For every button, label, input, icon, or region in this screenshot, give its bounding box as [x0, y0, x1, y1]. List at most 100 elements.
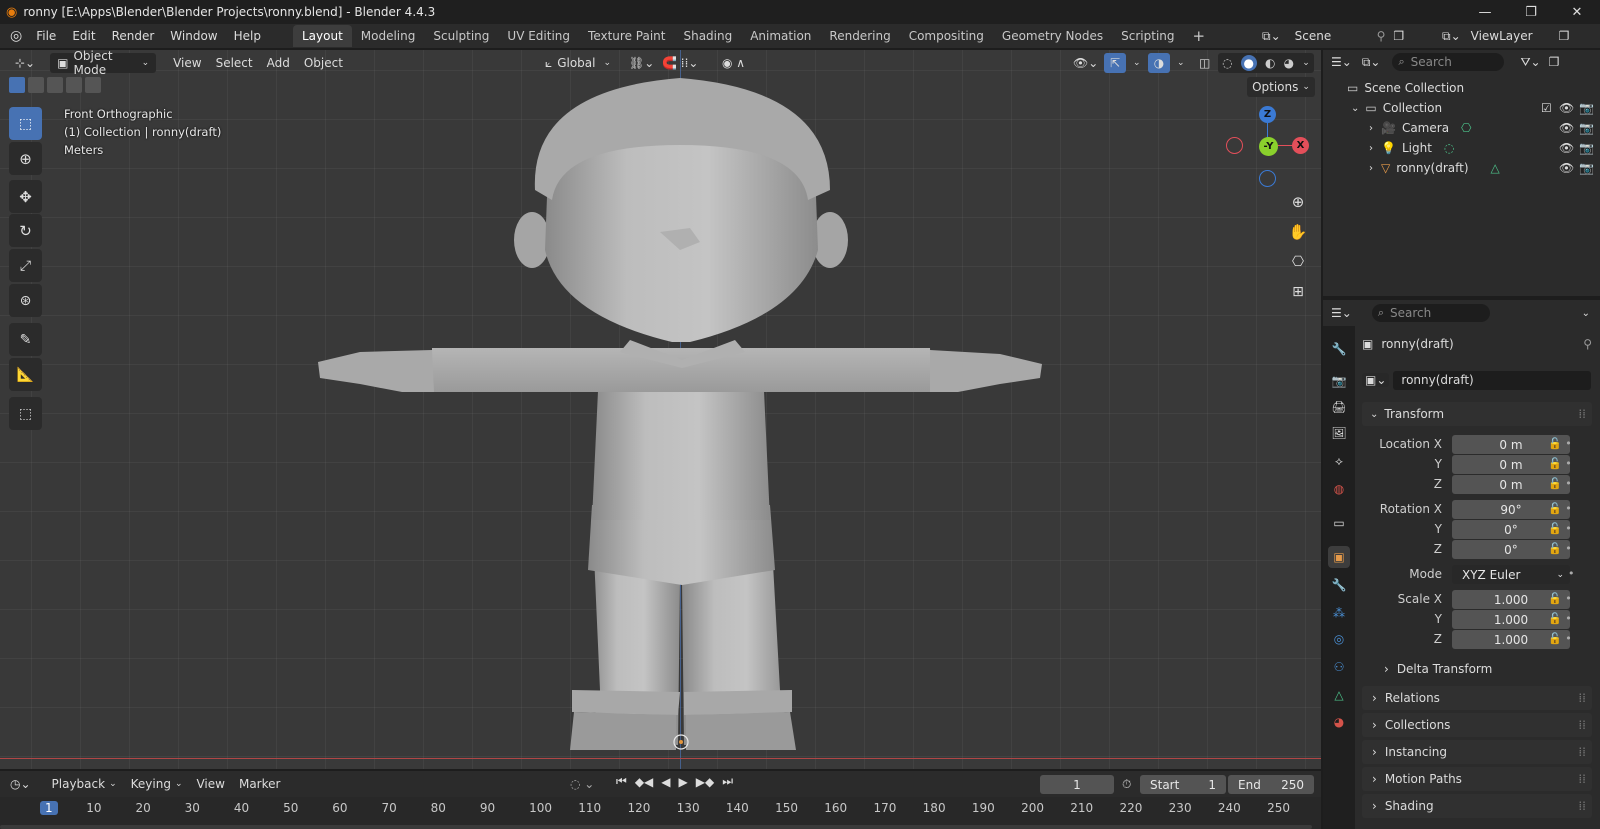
measure-tool[interactable]: 📐	[9, 358, 42, 391]
jump-keyframe-back-icon[interactable]: ◆◀	[635, 775, 653, 789]
tab-scripting[interactable]: Scripting	[1112, 25, 1183, 47]
menu-render[interactable]: Render	[104, 24, 163, 48]
editor-type-icon[interactable]: ☰⌄	[1331, 306, 1352, 320]
tab-scene[interactable]: ⟡	[1328, 450, 1350, 472]
tab-compositing[interactable]: Compositing	[900, 25, 993, 47]
frame-number[interactable]: 20	[135, 801, 150, 815]
menu-object[interactable]: Object	[297, 53, 350, 73]
tab-physics[interactable]: ◎	[1328, 628, 1350, 650]
outliner-row-scene-collection[interactable]: ▭ Scene Collection	[1323, 78, 1600, 98]
wireframe-shading-icon[interactable]: ◌	[1222, 56, 1232, 70]
stopwatch-icon[interactable]: ⏱	[1122, 777, 1131, 792]
editor-type-icon[interactable]: ☰⌄	[1331, 55, 1352, 69]
gizmo-neg-z-axis[interactable]	[1259, 170, 1276, 187]
snap-toggle[interactable]: 🧲 ⁞⁞⌄	[655, 53, 705, 73]
lock-icon[interactable]: 🔓 •	[1548, 592, 1572, 605]
select-intersect-icon[interactable]	[85, 77, 101, 93]
menu-edit[interactable]: Edit	[64, 24, 103, 48]
pin-icon[interactable]: ⚲	[1583, 337, 1592, 351]
navigation-gizmo[interactable]: Z -Y X	[1226, 106, 1309, 187]
drag-handle-icon[interactable]: ⁞⁞	[1578, 718, 1586, 732]
tab-uv-editing[interactable]: UV Editing	[498, 25, 579, 47]
solid-shading-icon[interactable]: ●	[1240, 55, 1257, 71]
add-cube-tool[interactable]: ⬚	[9, 397, 42, 430]
render-camera-icon[interactable]: 📷	[1579, 141, 1594, 155]
3d-viewport[interactable]: Front Orthographic (1) Collection | ronn…	[0, 50, 1321, 769]
frame-number[interactable]: 50	[283, 801, 298, 815]
menu-view[interactable]: View	[166, 53, 208, 73]
rotate-tool[interactable]: ↻	[9, 214, 42, 247]
toggle-ortho-button[interactable]: ⊞	[1284, 278, 1312, 306]
select-invert-icon[interactable]	[66, 77, 82, 93]
lock-icon[interactable]: 🔓 •	[1548, 477, 1572, 490]
current-frame-marker[interactable]: 1	[40, 801, 58, 815]
keyframe-dot-icon[interactable]: •	[1568, 567, 1575, 580]
new-collection-icon[interactable]: ❐	[1549, 55, 1560, 69]
outliner-row-light[interactable]: › 💡 Light ◌ 👁 📷	[1323, 138, 1600, 158]
lock-icon[interactable]: 🔓 •	[1548, 542, 1572, 555]
frame-number[interactable]: 30	[185, 801, 200, 815]
select-extend-icon[interactable]	[28, 77, 44, 93]
proportional-edit-toggle[interactable]: ◉ ∧	[715, 53, 752, 73]
transform-tool[interactable]: ⊛	[9, 284, 42, 317]
gizmo-z-axis[interactable]: Z	[1259, 106, 1276, 123]
object-name-field[interactable]: ronny(draft)	[1393, 370, 1592, 390]
camera-view-button[interactable]: ⎔	[1284, 248, 1312, 276]
overlay-toggle[interactable]: ◑	[1148, 53, 1170, 73]
add-workspace-button[interactable]: +	[1184, 25, 1215, 47]
jump-start-icon[interactable]: ⏮	[616, 774, 627, 789]
shading-panel-header[interactable]: › Shading ⁞⁞	[1362, 794, 1592, 818]
pan-button[interactable]: ✋	[1284, 218, 1312, 246]
material-shading-icon[interactable]: ◐	[1265, 56, 1275, 70]
outliner-search-input[interactable]: ⌕ Search	[1392, 53, 1505, 71]
checkbox-icon[interactable]: ☑	[1541, 101, 1552, 115]
overlay-dropdown[interactable]: ⌄	[1170, 53, 1192, 73]
frame-number[interactable]: 220	[1119, 801, 1142, 815]
chevron-down-icon[interactable]: ⌄	[1582, 308, 1590, 319]
timeline-view-menu[interactable]: View	[189, 774, 231, 794]
maximize-button[interactable]: ❐	[1508, 0, 1554, 24]
drag-handle-icon[interactable]: ⁞⁞	[1578, 745, 1586, 759]
rendered-shading-icon[interactable]: ◕	[1284, 56, 1294, 70]
start-frame-field[interactable]: Start 1	[1140, 775, 1226, 794]
lock-icon[interactable]: 🔓 •	[1548, 437, 1572, 450]
render-camera-icon[interactable]: 📷	[1579, 101, 1594, 115]
frame-number[interactable]: 210	[1070, 801, 1093, 815]
outliner-row-ronny[interactable]: › ▽ ronny(draft) △ 👁 📷	[1323, 158, 1600, 178]
render-camera-icon[interactable]: 📷	[1579, 161, 1594, 175]
view-layer-selector[interactable]: ⧉⌄ ViewLayer ❐	[1442, 26, 1600, 46]
frame-number[interactable]: 160	[824, 801, 847, 815]
display-mode-icon[interactable]: ⧉⌄	[1362, 55, 1381, 70]
gizmo-dropdown[interactable]: ⌄	[1126, 53, 1148, 73]
lock-icon[interactable]: 🔓 •	[1548, 502, 1572, 515]
minimize-button[interactable]: —	[1462, 0, 1508, 24]
tab-sculpting[interactable]: Sculpting	[424, 25, 498, 47]
zoom-button[interactable]: ⊕	[1284, 188, 1312, 216]
frame-number[interactable]: 80	[431, 801, 446, 815]
select-box-tool[interactable]: ⬚	[9, 107, 42, 140]
tab-tool[interactable]: 🔧	[1328, 338, 1350, 360]
chevron-right-icon[interactable]: ›	[1369, 163, 1373, 174]
menu-window[interactable]: Window	[162, 24, 225, 48]
frame-number[interactable]: 240	[1218, 801, 1241, 815]
visibility-button[interactable]: 👁⌄	[1066, 53, 1105, 73]
frame-number[interactable]: 90	[480, 801, 495, 815]
tab-material[interactable]: ◕	[1328, 711, 1350, 733]
auto-keying-icon[interactable]: ◌ ⌄	[570, 777, 594, 791]
lock-icon[interactable]: 🔓 •	[1548, 522, 1572, 535]
menu-file[interactable]: File	[28, 24, 64, 48]
character-model[interactable]	[0, 50, 1321, 769]
render-camera-icon[interactable]: 📷	[1579, 121, 1594, 135]
timeline-scrollbar[interactable]	[0, 825, 1312, 829]
transform-panel-header[interactable]: ⌄ Transform ⁞⁞	[1362, 402, 1592, 426]
delta-transform-subpanel[interactable]: › Delta Transform	[1376, 659, 1586, 679]
playback-menu[interactable]: Playback ⌄	[45, 774, 124, 794]
instancing-panel-header[interactable]: › Instancing ⁞⁞	[1362, 740, 1592, 764]
tab-texture-paint[interactable]: Texture Paint	[579, 25, 674, 47]
options-button[interactable]: Options ⌄	[1247, 77, 1315, 97]
end-frame-field[interactable]: End 250	[1228, 775, 1314, 794]
play-icon[interactable]: ▶	[679, 775, 688, 789]
drag-handle-icon[interactable]: ⁞⁞	[1578, 799, 1586, 813]
lock-icon[interactable]: 🔓 •	[1548, 457, 1572, 470]
eye-icon[interactable]: 👁	[1559, 101, 1574, 115]
